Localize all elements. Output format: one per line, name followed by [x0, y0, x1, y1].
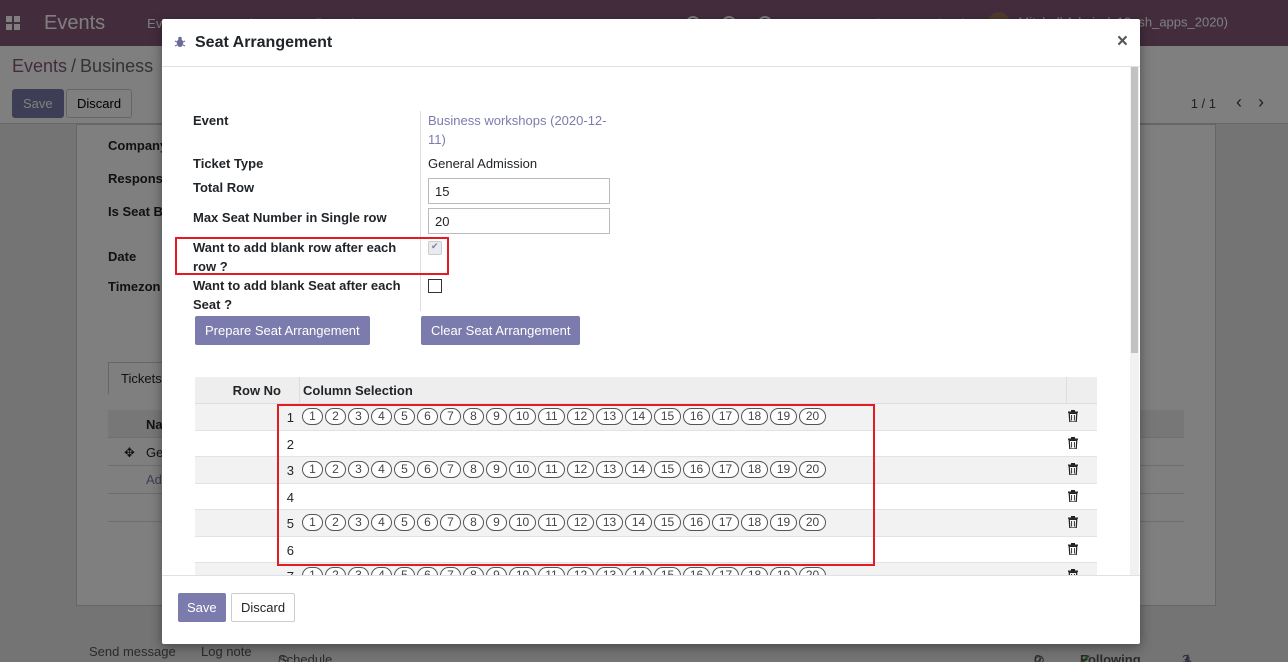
clear-seat-arrangement-button[interactable]: Clear Seat Arrangement	[421, 316, 581, 345]
trash-icon[interactable]	[1068, 489, 1078, 502]
trash-icon[interactable]	[1068, 436, 1078, 449]
max-seat-input[interactable]	[428, 208, 610, 234]
seat-button[interactable]: 8	[463, 567, 484, 575]
seat-button[interactable]: 10	[509, 567, 536, 575]
seat-button[interactable]: 4	[371, 567, 392, 575]
trash-icon[interactable]	[1068, 463, 1078, 475]
header-divider	[1066, 377, 1067, 404]
seat-button[interactable]: 16	[683, 567, 710, 575]
seat-table-header: Row No Column Selection	[195, 377, 1097, 404]
trash-icon[interactable]	[1068, 516, 1078, 528]
bug-icon	[174, 36, 186, 47]
max-seat-label: Max Seat Number in Single row	[193, 210, 387, 225]
seat-button[interactable]: 9	[486, 567, 507, 575]
seat-arrangement-dialog: Seat Arrangement × Event Business worksh…	[162, 19, 1140, 644]
modal-header: Seat Arrangement ×	[162, 19, 1140, 67]
blank-seat-label: Want to add blank Seat after each Seat ?	[193, 278, 401, 312]
seat-button[interactable]: 2	[325, 567, 346, 575]
highlight-box-blank-row	[175, 237, 449, 275]
seat-button[interactable]: 14	[625, 567, 652, 575]
seat-button[interactable]: 12	[567, 567, 594, 575]
seat-button[interactable]: 11	[538, 567, 565, 575]
seat-button[interactable]: 19	[770, 567, 797, 575]
row-no-header: Row No	[195, 377, 300, 404]
modal-scrollbar[interactable]	[1130, 67, 1139, 575]
highlight-box-seat-rows	[277, 404, 875, 566]
ticket-type-label: Ticket Type	[193, 156, 264, 171]
trash-icon[interactable]	[1068, 542, 1078, 555]
seat-button[interactable]: 1	[302, 567, 323, 575]
field-divider	[420, 111, 421, 311]
seat-button[interactable]: 17	[712, 567, 739, 575]
scrollbar-thumb[interactable]	[1131, 67, 1138, 353]
trash-icon[interactable]	[1068, 410, 1078, 422]
total-row-input[interactable]	[428, 178, 610, 204]
discard-button[interactable]: Discard	[231, 593, 296, 622]
seat-button[interactable]: 15	[654, 567, 681, 575]
seat-button[interactable]: 13	[596, 567, 623, 575]
modal-footer: Save Discard	[162, 575, 1140, 644]
seat-button[interactable]: 5	[394, 567, 415, 575]
modal-body: Event Business workshops (2020-12-11) Ti…	[162, 67, 1140, 575]
total-row-label: Total Row	[193, 180, 255, 195]
seat-button[interactable]: 3	[348, 567, 369, 575]
blank-seat-checkbox[interactable]	[428, 279, 442, 293]
seat-list: 1 2 3 4 5 6 7 8 9 10 11 12 13 14 15 16 17 18 19 20	[302, 567, 826, 575]
column-selection-header: Column Selection	[303, 383, 413, 398]
seat-button[interactable]: 18	[741, 567, 768, 575]
prepare-seat-arrangement-button[interactable]: Prepare Seat Arrangement	[195, 316, 370, 345]
seat-button[interactable]: 7	[440, 567, 461, 575]
ticket-type-value: General Admission	[428, 156, 538, 171]
event-label: Event	[193, 113, 229, 128]
seat-button[interactable]: 20	[799, 567, 826, 575]
seat-button[interactable]: 6	[417, 567, 438, 575]
event-link[interactable]: Business workshops (2020-12-11)	[428, 111, 618, 149]
save-button[interactable]: Save	[178, 593, 226, 622]
close-icon[interactable]: ×	[1117, 31, 1128, 53]
modal-title: Seat Arrangement	[195, 34, 333, 51]
